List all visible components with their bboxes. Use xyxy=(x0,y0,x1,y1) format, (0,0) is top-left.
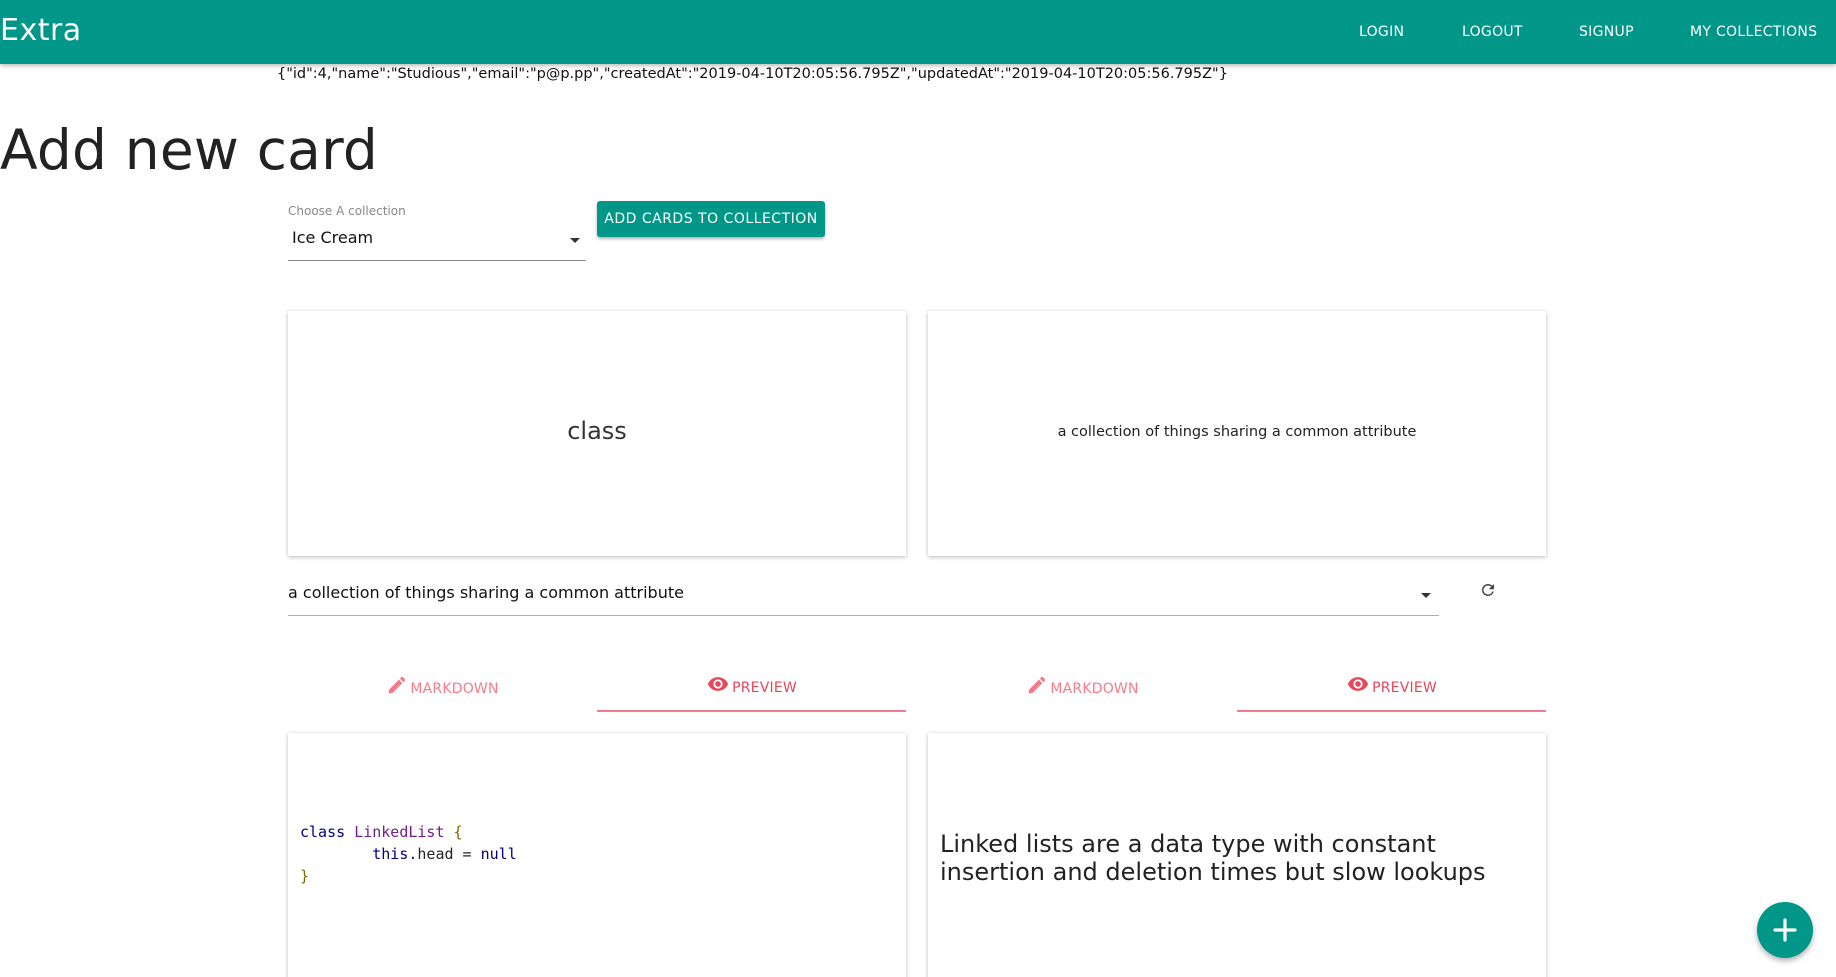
caret-down-icon xyxy=(570,238,580,243)
collection-select[interactable]: Ice Cream xyxy=(288,222,586,261)
back-preview-pane[interactable]: Linked lists are a data type with consta… xyxy=(928,733,1546,977)
code-block: class LinkedList { this.head = null } xyxy=(300,821,517,887)
pencil-icon xyxy=(389,676,406,694)
add-cards-to-collection-button[interactable]: ADD CARDS TO COLLECTION xyxy=(597,201,825,237)
code-class-name: LinkedList xyxy=(354,823,445,841)
caret-down-icon xyxy=(1421,593,1431,598)
code-this: this xyxy=(372,845,409,863)
nav-logout[interactable]: LOGOUT xyxy=(1462,24,1523,40)
front-preview-pane[interactable]: class LinkedList { this.head = null } xyxy=(288,733,906,977)
card-back-preview: a collection of things sharing a common … xyxy=(928,311,1546,556)
pencil-icon xyxy=(1029,676,1046,694)
tab-markdown-label: MARKDOWN xyxy=(410,681,499,697)
app-title[interactable]: Extra xyxy=(0,13,82,48)
tab-markdown-back[interactable]: MARKDOWN xyxy=(928,666,1237,712)
tab-markdown-label: MARKDOWN xyxy=(1050,681,1139,697)
back-preview-text: Linked lists are a data type with consta… xyxy=(940,830,1486,886)
tab-markdown-front[interactable]: MARKDOWN xyxy=(288,666,597,712)
nav-my-collections[interactable]: MY COLLECTIONS xyxy=(1690,24,1817,40)
nav-signup[interactable]: SIGNUP xyxy=(1579,24,1634,40)
collection-select-label: Choose A collection xyxy=(288,204,406,218)
tab-preview-back[interactable]: PREVIEW xyxy=(1237,666,1546,712)
card-back-text: a collection of things sharing a common … xyxy=(1057,424,1417,440)
user-json-text: {"id":4,"name":"Studious","email":"p@p.p… xyxy=(277,66,1228,82)
tab-preview-front[interactable]: PREVIEW xyxy=(597,666,906,712)
card-front-text: class xyxy=(567,417,627,445)
plus-icon xyxy=(1773,918,1797,942)
app-bar: Extra LOGIN LOGOUT SIGNUP MY COLLECTIONS xyxy=(0,0,1836,64)
code-keyword: class xyxy=(300,823,346,841)
code-brace: } xyxy=(300,867,310,885)
card-front-preview: class xyxy=(288,311,906,556)
refresh-icon[interactable] xyxy=(1476,578,1500,602)
page-title: Add new card xyxy=(0,118,379,182)
code-property: .head = xyxy=(408,845,481,863)
definition-select-value: a collection of things sharing a common … xyxy=(288,583,684,602)
eye-icon xyxy=(708,677,729,691)
add-fab-button[interactable] xyxy=(1757,902,1813,958)
tab-preview-label: PREVIEW xyxy=(1372,680,1437,696)
eye-icon xyxy=(1348,677,1369,691)
definition-select[interactable]: a collection of things sharing a common … xyxy=(288,576,1439,616)
nav-login[interactable]: LOGIN xyxy=(1359,24,1404,40)
code-null: null xyxy=(480,845,517,863)
tab-preview-label: PREVIEW xyxy=(732,680,797,696)
code-brace: { xyxy=(453,823,463,841)
collection-select-value: Ice Cream xyxy=(292,228,374,247)
